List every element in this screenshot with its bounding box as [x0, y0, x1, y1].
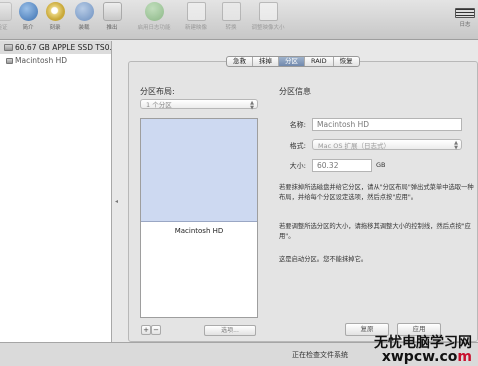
- layout-title: 分区布局:: [140, 87, 175, 96]
- format-select-value: Mac OS 扩展（日志式）: [318, 141, 391, 150]
- help-text-resize: 若要调整所选分区的大小，请拖移其调整大小的控制线，然后点按"应用"。: [279, 223, 471, 240]
- size-unit: GB: [376, 161, 386, 169]
- status-text: 正在检查文件系统: [292, 351, 348, 359]
- splitter-handle[interactable]: ◂: [115, 198, 118, 205]
- help-text-erase: 若要抹掉所选磁盘并给它分区，请从"分区布局"弹出式菜单中选取一种布局，并给每个分…: [279, 184, 474, 201]
- tab-first-aid[interactable]: 急救: [227, 57, 253, 66]
- name-field[interactable]: Macintosh HD: [312, 118, 462, 131]
- main-content: 分区布局: 1 个分区 ▲ ▼ Macintosh HD + − 选项... 分区…: [121, 41, 478, 342]
- watermark-url-main: xwpcw.co: [381, 349, 458, 365]
- new-image-button[interactable]: 新建映像: [178, 2, 214, 31]
- partition-panel: 分区布局: 1 个分区 ▲ ▼ Macintosh HD + − 选项... 分区…: [128, 61, 478, 342]
- mount-icon: [74, 2, 94, 21]
- watermark-title: 无忧电脑学习网: [374, 335, 472, 351]
- volume-icon: [6, 57, 13, 64]
- partition-info-title: 分区信息: [279, 87, 311, 96]
- disk-sidebar: 60.67 GB APPLE SSD TS0... Macintosh HD: [0, 41, 112, 342]
- sidebar-item-volume[interactable]: Macintosh HD: [0, 54, 111, 67]
- journal-icon: [144, 2, 164, 21]
- site-watermark: 无忧电脑学习网 xwpcw.com: [374, 336, 472, 364]
- size-label: 大小:: [289, 162, 306, 170]
- resize-image-icon: [258, 2, 278, 21]
- burn-icon: [45, 2, 65, 21]
- watermark-url: xwpcw.com: [374, 350, 472, 364]
- eject-icon: [102, 2, 122, 21]
- sidebar-item-label: 60.67 GB APPLE SSD TS0...: [15, 43, 111, 52]
- convert-button[interactable]: 转换: [213, 2, 249, 31]
- name-label: 名称:: [289, 121, 306, 129]
- watermark-url-end: m: [457, 349, 472, 365]
- partition-block[interactable]: Macintosh HD: [141, 119, 257, 235]
- tab-partition[interactable]: 分区: [279, 57, 305, 66]
- options-button[interactable]: 选项...: [204, 325, 256, 336]
- eject-button[interactable]: 推出: [94, 2, 130, 31]
- chevron-updown-icon: ▲ ▼: [250, 100, 254, 111]
- enable-journaling-button[interactable]: 启用日志功能: [136, 2, 172, 31]
- tab-raid[interactable]: RAID: [305, 57, 334, 66]
- sidebar-item-label: Macintosh HD: [15, 56, 68, 65]
- toolbar: 验证 简介 刻录 装载 推出 启用日志功能 新建映像 转换 调整映像大小 日志: [0, 0, 478, 40]
- layout-select-value: 1 个分区: [146, 101, 172, 109]
- partition-label: Macintosh HD: [174, 227, 224, 235]
- partition-diagram: Macintosh HD: [140, 118, 258, 318]
- tab-restore[interactable]: 恢复: [334, 57, 359, 66]
- format-select[interactable]: Mac OS 扩展（日志式） ▲ ▼: [312, 139, 462, 151]
- new-image-icon: [186, 2, 206, 21]
- chevron-updown-icon: ▲ ▼: [454, 140, 458, 151]
- log-icon: [455, 8, 475, 18]
- help-text-startup: 这是启动分区。您不能抹掉它。: [279, 256, 368, 263]
- log-button[interactable]: 日志: [447, 2, 478, 28]
- info-icon: [18, 2, 38, 21]
- sidebar-item-disk[interactable]: 60.67 GB APPLE SSD TS0...: [0, 41, 111, 54]
- tab-bar: 急救 抹掉 分区 RAID 恢复: [226, 56, 360, 67]
- add-partition-button[interactable]: +: [141, 325, 151, 335]
- format-label: 格式:: [289, 142, 306, 150]
- remove-partition-button[interactable]: −: [151, 325, 161, 335]
- tab-erase[interactable]: 抹掉: [253, 57, 279, 66]
- size-field[interactable]: 60.32: [312, 159, 372, 172]
- hard-disk-icon: [4, 44, 13, 51]
- resize-image-button[interactable]: 调整映像大小: [250, 2, 286, 31]
- convert-icon: [221, 2, 241, 21]
- layout-select[interactable]: 1 个分区 ▲ ▼: [140, 99, 258, 111]
